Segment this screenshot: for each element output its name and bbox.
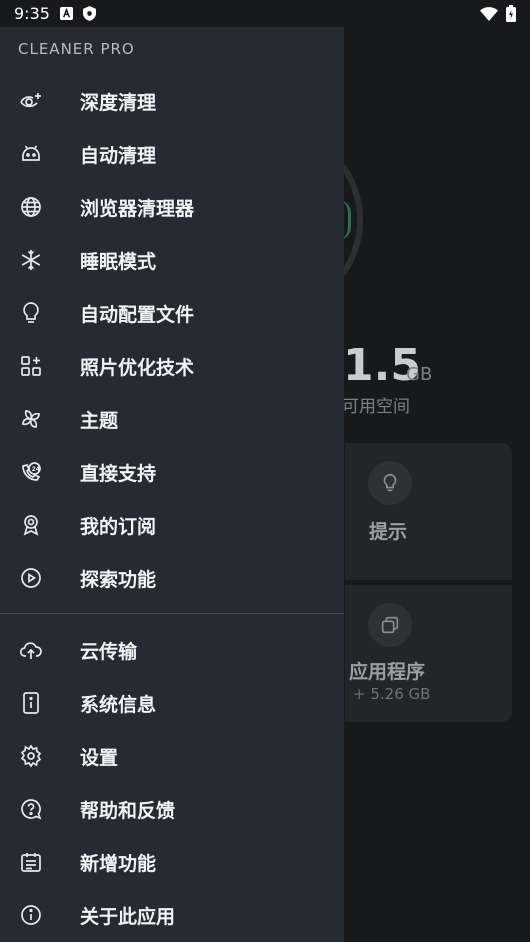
lightbulb-icon bbox=[19, 301, 43, 325]
eye-plus-icon bbox=[19, 89, 43, 113]
menu-item-label: 睡眠模式 bbox=[80, 250, 157, 273]
shield-icon bbox=[82, 6, 96, 21]
tips-card[interactable]: 提示 bbox=[345, 443, 512, 580]
grid-icon bbox=[19, 354, 43, 378]
menu-item-deep-clean[interactable]: 深度清理 bbox=[0, 75, 344, 127]
menu-item-label: 照片优化技术 bbox=[80, 356, 195, 379]
navigation-drawer: CLEANER PRO 深度清理 自动清理 浏览器清理器 睡眠模式 自动配置文件 bbox=[0, 27, 344, 942]
battery-icon bbox=[506, 5, 516, 22]
menu-item-label: 新增功能 bbox=[80, 852, 157, 875]
apps-card-size: + 5.26 GB bbox=[353, 685, 431, 703]
free-space-unit: GB bbox=[406, 364, 433, 385]
menu-item-cloud-transfer[interactable]: 云传输 bbox=[0, 624, 344, 676]
menu-item-direct-support[interactable]: 24 直接支持 bbox=[0, 446, 344, 498]
menu-item-system-info[interactable]: 系统信息 bbox=[0, 677, 344, 729]
robot-icon bbox=[19, 142, 43, 166]
device-info-icon bbox=[19, 691, 43, 715]
menu-item-themes[interactable]: 主题 bbox=[0, 393, 344, 445]
cloud-upload-icon bbox=[19, 638, 43, 662]
menu-item-label: 直接支持 bbox=[80, 462, 157, 485]
menu-item-sleep-mode[interactable]: 睡眠模式 bbox=[0, 234, 344, 286]
menu-item-photo-optimizer[interactable]: 照片优化技术 bbox=[0, 340, 344, 392]
menu-item-label: 关于此应用 bbox=[80, 905, 176, 928]
menu-item-explore-features[interactable]: 探索功能 bbox=[0, 552, 344, 604]
svg-text:24: 24 bbox=[32, 466, 40, 473]
status-bar: 9:35 bbox=[0, 0, 530, 27]
wifi-icon bbox=[480, 6, 498, 21]
menu-item-label: 探索功能 bbox=[80, 568, 157, 591]
menu-item-label: 设置 bbox=[80, 746, 119, 769]
menu-item-label: 主题 bbox=[80, 409, 119, 432]
help-bubble-icon bbox=[19, 797, 43, 821]
info-circle-icon bbox=[19, 903, 43, 927]
lightbulb-icon bbox=[368, 461, 412, 505]
menu-item-browser-cleaner[interactable]: 浏览器清理器 bbox=[0, 181, 344, 233]
menu-item-my-subscription[interactable]: 我的订阅 bbox=[0, 499, 344, 551]
menu-item-label: 帮助和反馈 bbox=[80, 799, 176, 822]
calendar-list-icon bbox=[19, 850, 43, 874]
menu-item-auto-profiles[interactable]: 自动配置文件 bbox=[0, 287, 344, 339]
globe-icon bbox=[19, 195, 43, 219]
pinwheel-icon bbox=[19, 407, 43, 431]
free-space-label: 可用空间 bbox=[342, 397, 410, 417]
menu-item-label: 自动配置文件 bbox=[80, 303, 195, 326]
apps-card-title: 应用程序 bbox=[349, 661, 426, 683]
notification-a-icon bbox=[59, 7, 73, 20]
menu-item-label: 深度清理 bbox=[80, 91, 157, 114]
tips-card-title: 提示 bbox=[369, 521, 408, 543]
status-time: 9:35 bbox=[14, 4, 50, 23]
menu-item-settings[interactable]: 设置 bbox=[0, 730, 344, 782]
menu-item-auto-clean[interactable]: 自动清理 bbox=[0, 128, 344, 180]
menu-item-label: 我的订阅 bbox=[80, 515, 157, 538]
menu-item-whats-new[interactable]: 新增功能 bbox=[0, 836, 344, 888]
menu-item-label: 自动清理 bbox=[80, 144, 157, 167]
gear-icon bbox=[19, 744, 43, 768]
menu-item-help-feedback[interactable]: 帮助和反馈 bbox=[0, 783, 344, 835]
drawer-divider bbox=[0, 613, 344, 614]
menu-item-label: 云传输 bbox=[80, 640, 138, 663]
menu-item-label: 系统信息 bbox=[80, 693, 157, 716]
menu-item-about-app[interactable]: 关于此应用 bbox=[0, 889, 344, 941]
apps-stack-icon bbox=[368, 603, 412, 647]
support-24-icon: 24 bbox=[19, 460, 43, 484]
badge-icon bbox=[19, 513, 43, 537]
play-circle-icon bbox=[19, 566, 43, 590]
apps-card[interactable]: 应用程序 + 5.26 GB bbox=[345, 585, 512, 722]
drawer-app-title: CLEANER PRO bbox=[18, 40, 135, 58]
menu-item-label: 浏览器清理器 bbox=[80, 197, 195, 220]
snowflake-icon bbox=[19, 248, 43, 272]
